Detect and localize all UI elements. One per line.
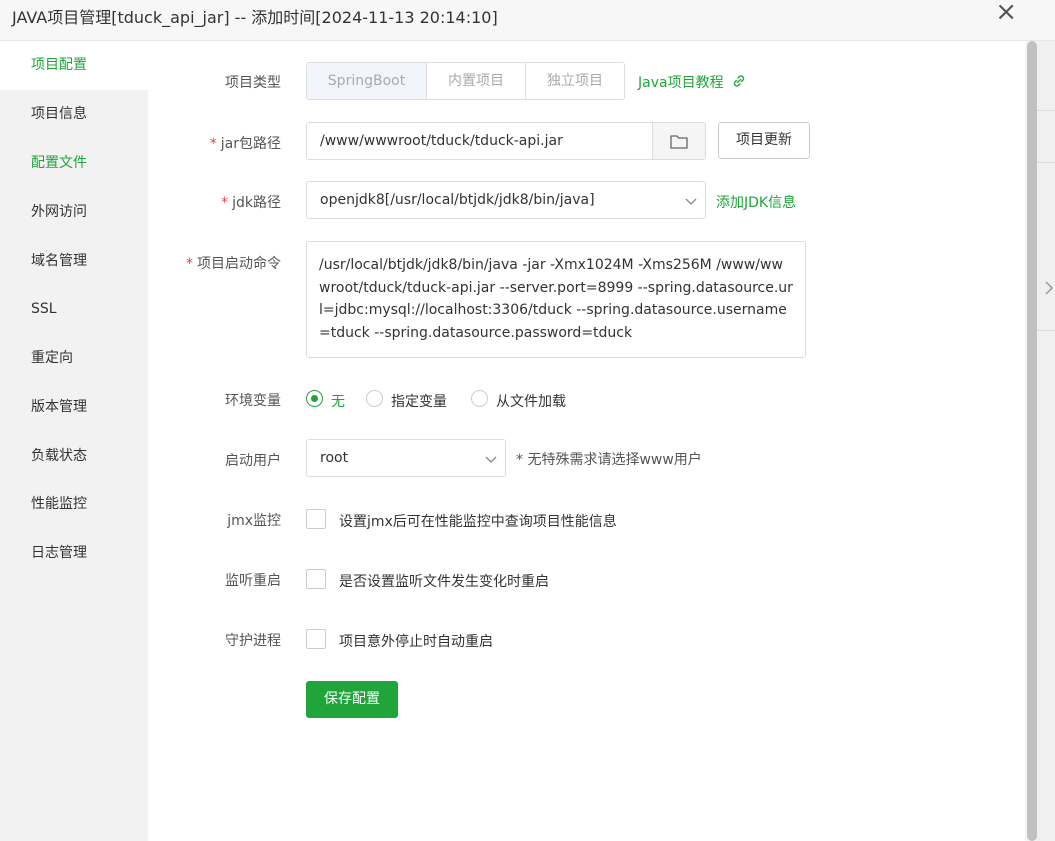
- required-mark: *: [221, 195, 229, 211]
- project-type-standalone[interactable]: 独立项目: [525, 63, 624, 99]
- chevron-right-icon: [1044, 281, 1054, 298]
- env-radio-specify-label[interactable]: 指定变量: [391, 391, 447, 411]
- sidebar-item-logs[interactable]: 日志管理: [0, 529, 148, 578]
- add-jdk-link[interactable]: 添加JDK信息: [716, 192, 796, 212]
- env-radio-file-label[interactable]: 从文件加载: [496, 391, 566, 411]
- java-tutorial-link-text: Java项目教程: [638, 75, 724, 91]
- jar-path-label-text: jar包路径: [220, 136, 281, 152]
- chevron-down-icon: [684, 194, 698, 208]
- env-radio-none[interactable]: [306, 390, 323, 407]
- start-command-textarea[interactable]: /usr/local/btjdk/jdk8/bin/java -jar -Xmx…: [306, 241, 806, 358]
- watch-restart-checkbox[interactable]: [306, 569, 326, 589]
- sidebar-item-external-access[interactable]: 外网访问: [0, 188, 148, 237]
- start-command-label: * 项目启动命令: [146, 253, 281, 273]
- start-user-label: 启动用户: [225, 453, 281, 469]
- sidebar-item-redirect[interactable]: 重定向: [0, 334, 148, 383]
- sidebar-item-project-info[interactable]: 项目信息: [0, 90, 148, 139]
- jdk-path-select[interactable]: openjdk8[/usr/local/btjdk/jdk8/bin/java]: [306, 181, 706, 219]
- save-config-button[interactable]: 保存配置: [306, 681, 398, 718]
- chevron-down-icon: [484, 452, 498, 466]
- scrollbar-thumb[interactable]: [1027, 41, 1037, 841]
- folder-browse-button[interactable]: [652, 122, 706, 160]
- background-divider: [1037, 330, 1055, 331]
- start-user-select[interactable]: root: [306, 439, 506, 477]
- close-icon[interactable]: ×: [995, 0, 1017, 25]
- sidebar-item-load-status[interactable]: 负载状态: [0, 432, 148, 481]
- folder-icon: [670, 134, 688, 153]
- jdk-path-label: * jdk路径: [146, 192, 281, 212]
- jar-path-label: * jar包路径: [146, 133, 281, 153]
- project-type-springboot[interactable]: SpringBoot: [307, 63, 426, 99]
- jmx-checkbox-text: 设置jmx后可在性能监控中查询项目性能信息: [339, 514, 617, 530]
- sidebar-item-performance[interactable]: 性能监控: [0, 480, 148, 529]
- required-mark: *: [186, 256, 193, 272]
- jdk-path-label-text: jdk路径: [232, 195, 281, 211]
- background-divider: [1037, 162, 1055, 163]
- sidebar-item-project-config[interactable]: 项目配置: [0, 41, 148, 90]
- project-type-builtin[interactable]: 内置项目: [426, 63, 525, 99]
- env-radio-none-label[interactable]: 无: [331, 391, 345, 411]
- sidebar-item-config-file[interactable]: 配置文件: [0, 139, 148, 188]
- jar-path-input[interactable]: /www/wwwroot/tduck/tduck-api.jar: [306, 122, 654, 160]
- jmx-checkbox[interactable]: [306, 509, 326, 529]
- daemon-checkbox[interactable]: [306, 629, 326, 649]
- env-radio-file[interactable]: [471, 390, 488, 407]
- watch-restart-label: 监听重启: [225, 573, 281, 589]
- project-update-button[interactable]: 项目更新: [718, 122, 810, 159]
- start-user-hint: * 无特殊需求请选择www用户: [516, 452, 702, 468]
- sidebar-item-ssl[interactable]: SSL: [0, 285, 148, 334]
- sidebar-item-version[interactable]: 版本管理: [0, 383, 148, 432]
- dialog-titlebar: JAVA项目管理[tduck_api_jar] -- 添加时间[2024-11-…: [0, 0, 1055, 41]
- start-command-label-text: 项目启动命令: [197, 256, 281, 272]
- daemon-checkbox-text: 项目意外停止时自动重启: [339, 634, 493, 650]
- env-radio-specify[interactable]: [366, 390, 383, 407]
- jmx-label: jmx监控: [227, 513, 281, 529]
- sidebar-item-domain[interactable]: 域名管理: [0, 237, 148, 286]
- project-type-segmented: SpringBoot 内置项目 独立项目: [306, 62, 625, 100]
- watch-restart-checkbox-text: 是否设置监听文件发生变化时重启: [339, 574, 549, 590]
- dialog-title: JAVA项目管理[tduck_api_jar] -- 添加时间[2024-11-…: [12, 8, 498, 27]
- background-divider: [1037, 110, 1055, 111]
- env-label: 环境变量: [225, 393, 281, 409]
- java-tutorial-link[interactable]: Java项目教程: [638, 72, 746, 92]
- external-link-icon: [732, 74, 746, 92]
- required-mark: *: [209, 136, 217, 152]
- daemon-label: 守护进程: [225, 633, 281, 649]
- project-type-label: 项目类型: [225, 75, 281, 91]
- background-page: [1037, 41, 1055, 841]
